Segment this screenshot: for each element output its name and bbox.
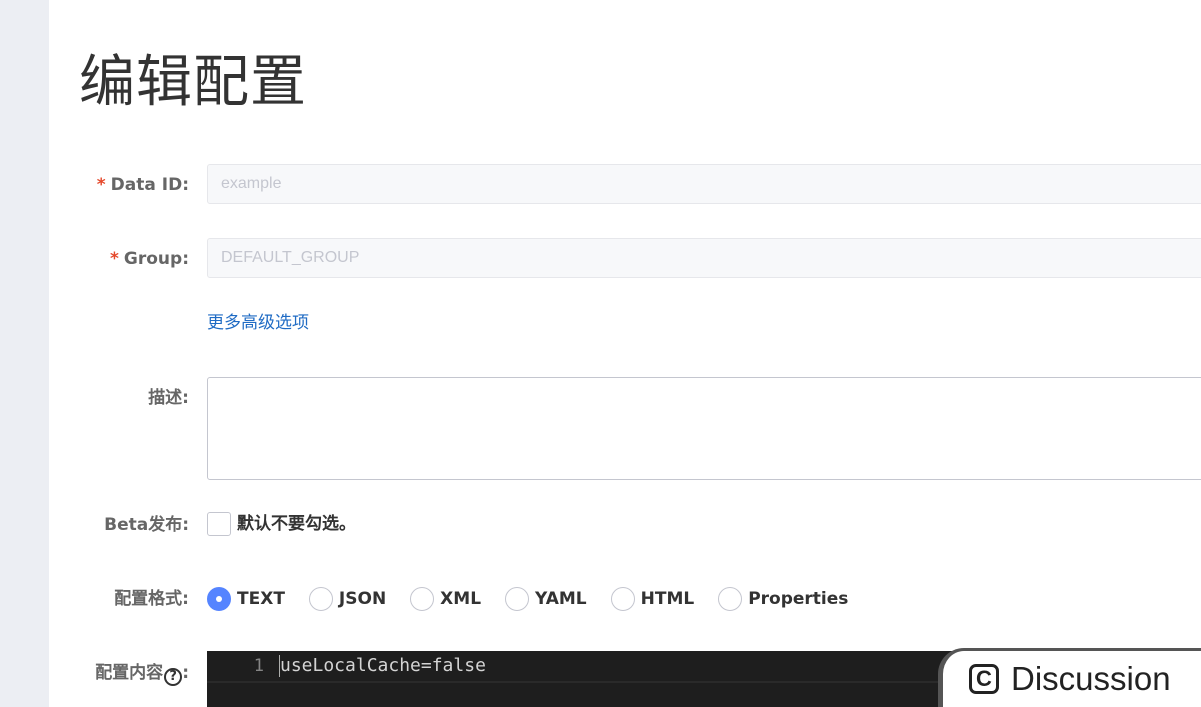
data-id-label: * Data ID:	[97, 174, 189, 196]
format-radio-xml[interactable]: XML	[410, 587, 481, 611]
format-radio-label: JSON	[338, 589, 387, 609]
format-radio-label: TEXT	[237, 589, 285, 609]
required-mark: *	[110, 249, 119, 269]
content-label: 配置内容?:	[95, 662, 189, 686]
radio-dot[interactable]	[718, 587, 743, 611]
format-radio-label: YAML	[535, 589, 587, 609]
format-label: 配置格式:	[114, 589, 189, 609]
radio-dot[interactable]	[207, 587, 231, 611]
format-radio-label: Properties	[748, 589, 849, 609]
discussion-icon: C	[969, 664, 999, 694]
beta-checkbox[interactable]	[207, 512, 231, 536]
radio-dot[interactable]	[505, 587, 530, 611]
help-icon[interactable]: ?	[164, 668, 183, 686]
data-id-label-text: Data ID:	[110, 175, 189, 195]
required-mark: *	[96, 175, 106, 195]
beta-label: Beta发布:	[104, 515, 189, 535]
description-label: 描述:	[148, 388, 189, 408]
code-line-text[interactable]: useLocalCache=false	[280, 655, 486, 677]
line-number: 1	[253, 656, 264, 676]
page-title: 编辑配置	[79, 50, 307, 115]
group-label: * Group:	[110, 248, 189, 270]
format-radio-json[interactable]: JSON	[308, 587, 387, 611]
format-radio-html[interactable]: HTML	[610, 587, 695, 611]
group-input[interactable]: DEFAULT_GROUP	[207, 238, 1201, 278]
content-label-suffix: :	[182, 663, 189, 683]
group-label-text: Group:	[123, 249, 189, 269]
data-id-input[interactable]: example	[207, 164, 1201, 204]
format-radio-label: HTML	[640, 589, 695, 609]
sidebar-strip	[0, 0, 49, 707]
discussion-label: Discussion	[1011, 660, 1171, 697]
radio-dot[interactable]	[410, 587, 435, 611]
content-label-text: 配置内容	[95, 663, 164, 683]
description-textarea[interactable]	[207, 377, 1201, 480]
radio-dot[interactable]	[610, 587, 635, 611]
beta-checkbox-text[interactable]: 默认不要勾选。	[237, 513, 356, 535]
format-radio-group: TEXT JSON XML YAML HTML Properties	[207, 586, 872, 612]
format-radio-properties[interactable]: Properties	[718, 587, 848, 611]
radio-dot[interactable]	[308, 587, 333, 611]
discussion-button[interactable]: C Discussion	[938, 648, 1201, 707]
format-radio-yaml[interactable]: YAML	[505, 587, 587, 611]
format-radio-text[interactable]: TEXT	[207, 587, 285, 611]
format-radio-label: XML	[440, 589, 482, 609]
more-advanced-options-link[interactable]: 更多高级选项	[207, 312, 309, 334]
